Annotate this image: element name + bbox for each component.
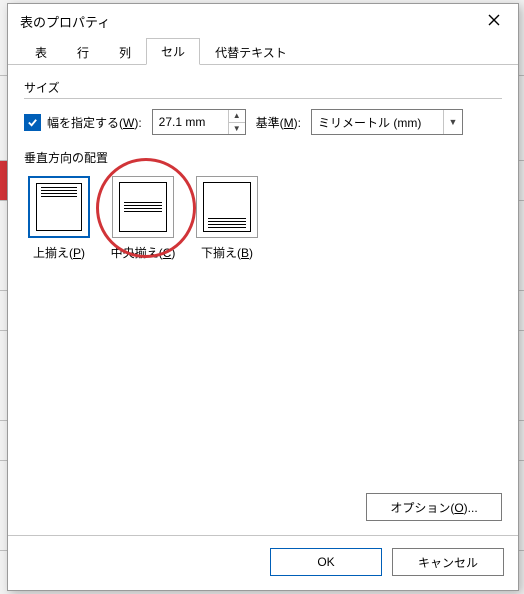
spinner-up-icon[interactable]: ▲ — [229, 110, 245, 123]
tab-alt-text[interactable]: 代替テキスト — [200, 39, 302, 65]
valign-bottom-caption: 下揃え(B) — [201, 244, 253, 261]
tab-table[interactable]: 表 — [20, 39, 62, 65]
valign-top[interactable]: 上揃え(P) — [24, 176, 94, 261]
width-spinner[interactable]: 27.1 mm ▲ ▼ — [152, 109, 246, 135]
options-row: オプション(O)... — [8, 493, 518, 527]
measure-combo[interactable]: ミリメートル (mm) ▼ — [311, 109, 463, 135]
options-button[interactable]: オプション(O)... — [366, 493, 502, 521]
valign-center[interactable]: 中央揃え(C) — [108, 176, 178, 261]
dialog-title: 表のプロパティ — [20, 12, 110, 31]
valign-bottom-box — [196, 176, 258, 238]
titlebar: 表のプロパティ — [8, 4, 518, 38]
valign-label: 垂直方向の配置 — [24, 149, 502, 166]
ok-button[interactable]: OK — [270, 548, 382, 576]
valign-row: 上揃え(P) 中央揃え(C) 下揃え(B) — [24, 176, 502, 261]
close-button[interactable] — [478, 7, 510, 35]
dialog-content: サイズ 幅を指定する(W): 27.1 mm ▲ ▼ 基準(M): — [8, 65, 518, 493]
spinner-down-icon[interactable]: ▼ — [229, 123, 245, 135]
valign-top-caption: 上揃え(P) — [33, 244, 85, 261]
size-label: サイズ — [24, 79, 502, 96]
tab-column[interactable]: 列 — [104, 39, 146, 65]
close-icon — [488, 14, 500, 29]
specify-width-checkbox[interactable]: 幅を指定する(W): — [24, 114, 142, 131]
spinner-arrows: ▲ ▼ — [228, 110, 245, 134]
size-divider — [24, 98, 502, 99]
valign-center-box — [112, 176, 174, 238]
valign-bottom[interactable]: 下揃え(B) — [192, 176, 262, 261]
width-value: 27.1 mm — [153, 110, 228, 134]
button-row: OK キャンセル — [8, 536, 518, 590]
measure-value: ミリメートル (mm) — [312, 110, 443, 134]
valign-center-caption: 中央揃え(C) — [111, 244, 176, 261]
chevron-down-icon: ▼ — [443, 110, 462, 134]
tab-bar: 表 行 列 セル 代替テキスト — [8, 38, 518, 65]
measure-label: 基準(M): — [256, 114, 301, 131]
specify-width-label: 幅を指定する(W): — [47, 114, 142, 131]
table-properties-dialog: 表のプロパティ 表 行 列 セル 代替テキスト サイズ 幅を指定する(W): — [7, 3, 519, 591]
checkbox-icon — [24, 114, 41, 131]
tab-cell[interactable]: セル — [146, 38, 200, 65]
valign-top-box — [28, 176, 90, 238]
tab-row[interactable]: 行 — [62, 39, 104, 65]
size-row: 幅を指定する(W): 27.1 mm ▲ ▼ 基準(M): ミリメートル (mm… — [24, 109, 502, 135]
cancel-button[interactable]: キャンセル — [392, 548, 504, 576]
